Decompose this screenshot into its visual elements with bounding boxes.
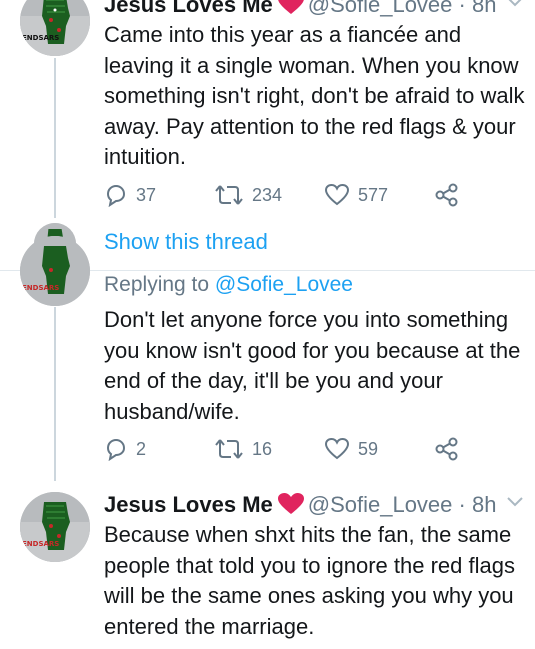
retweet-count: 16 bbox=[252, 438, 273, 459]
tweet-1[interactable]: ENDSARS Jesus Loves Me @Sofie_Lovee · 8h … bbox=[0, 0, 535, 270]
like-count: 59 bbox=[358, 438, 379, 459]
reply-button[interactable]: 2 bbox=[104, 437, 146, 461]
share-icon bbox=[435, 437, 458, 461]
replying-handle[interactable]: @Sofie_Lovee bbox=[215, 273, 353, 296]
tweet-actions: 2 16 59 bbox=[104, 437, 484, 463]
tweet-2[interactable]: ENDSARS Replying to @Sofie_Lovee Don't l… bbox=[0, 236, 535, 481]
reply-button[interactable]: 37 bbox=[104, 183, 156, 207]
retweet-button[interactable]: 16 bbox=[214, 437, 272, 461]
like-icon bbox=[324, 183, 350, 206]
avatar-image: ENDSARS bbox=[20, 0, 90, 56]
avatar-image: ENDSARS bbox=[20, 236, 90, 306]
show-thread-link[interactable]: Show this thread bbox=[104, 229, 268, 255]
like-button[interactable]: 577 bbox=[324, 183, 388, 207]
thread-line bbox=[54, 307, 56, 481]
caret-down-icon[interactable] bbox=[507, 0, 523, 12]
replying-to: Replying to @Sofie_Lovee bbox=[104, 273, 353, 297]
avatar-image: ENDSARS bbox=[20, 492, 90, 562]
author-name[interactable]: Jesus Loves Me bbox=[104, 492, 273, 517]
svg-text:ENDSARS: ENDSARS bbox=[22, 284, 59, 292]
avatar[interactable]: ENDSARS bbox=[20, 236, 90, 306]
author-handle[interactable]: @Sofie_Lovee bbox=[308, 0, 453, 17]
reply-icon bbox=[106, 184, 126, 207]
retweet-button[interactable]: 234 bbox=[214, 183, 282, 207]
thread-line bbox=[54, 58, 56, 218]
retweet-icon bbox=[215, 439, 243, 459]
like-button[interactable]: 59 bbox=[324, 437, 378, 461]
avatar[interactable]: ENDSARS bbox=[20, 492, 90, 562]
replying-label: Replying to bbox=[104, 273, 210, 296]
like-icon bbox=[324, 437, 350, 460]
reply-icon bbox=[106, 438, 126, 461]
avatar[interactable]: ENDSARS bbox=[20, 0, 90, 56]
retweet-icon bbox=[215, 185, 243, 205]
share-button[interactable] bbox=[434, 437, 468, 461]
svg-text:ENDSARS: ENDSARS bbox=[22, 540, 59, 548]
tweet-3[interactable]: ENDSARS Jesus Loves Me @Sofie_Lovee · 8h … bbox=[0, 481, 535, 649]
caret-down-icon[interactable] bbox=[507, 494, 523, 512]
svg-text:ENDSARS: ENDSARS bbox=[22, 34, 59, 42]
share-button[interactable] bbox=[434, 183, 468, 207]
share-icon bbox=[435, 183, 458, 207]
tweet-time[interactable]: · 8h bbox=[459, 0, 497, 17]
tweet-text: Don't let anyone force you into somethin… bbox=[104, 307, 521, 424]
reply-count: 37 bbox=[136, 184, 157, 205]
tweet-text: Because when shxt hits the fan, the same… bbox=[104, 522, 515, 639]
tweet-actions: 37 234 577 bbox=[104, 183, 484, 209]
like-count: 577 bbox=[358, 184, 389, 205]
red-heart-emoji bbox=[277, 0, 304, 22]
tweet-text: Came into this year as a fiancée and lea… bbox=[104, 22, 525, 169]
reply-count: 2 bbox=[136, 438, 147, 459]
red-heart-emoji bbox=[277, 493, 304, 522]
author-name[interactable]: Jesus Loves Me bbox=[104, 0, 273, 17]
tweet-time[interactable]: · 8h bbox=[459, 492, 497, 517]
retweet-count: 234 bbox=[252, 184, 283, 205]
tweet-header: Jesus Loves Me @Sofie_Lovee · 8h bbox=[104, 0, 496, 22]
tweet-header: Jesus Loves Me @Sofie_Lovee · 8h bbox=[104, 491, 496, 522]
author-handle[interactable]: @Sofie_Lovee bbox=[308, 492, 453, 517]
